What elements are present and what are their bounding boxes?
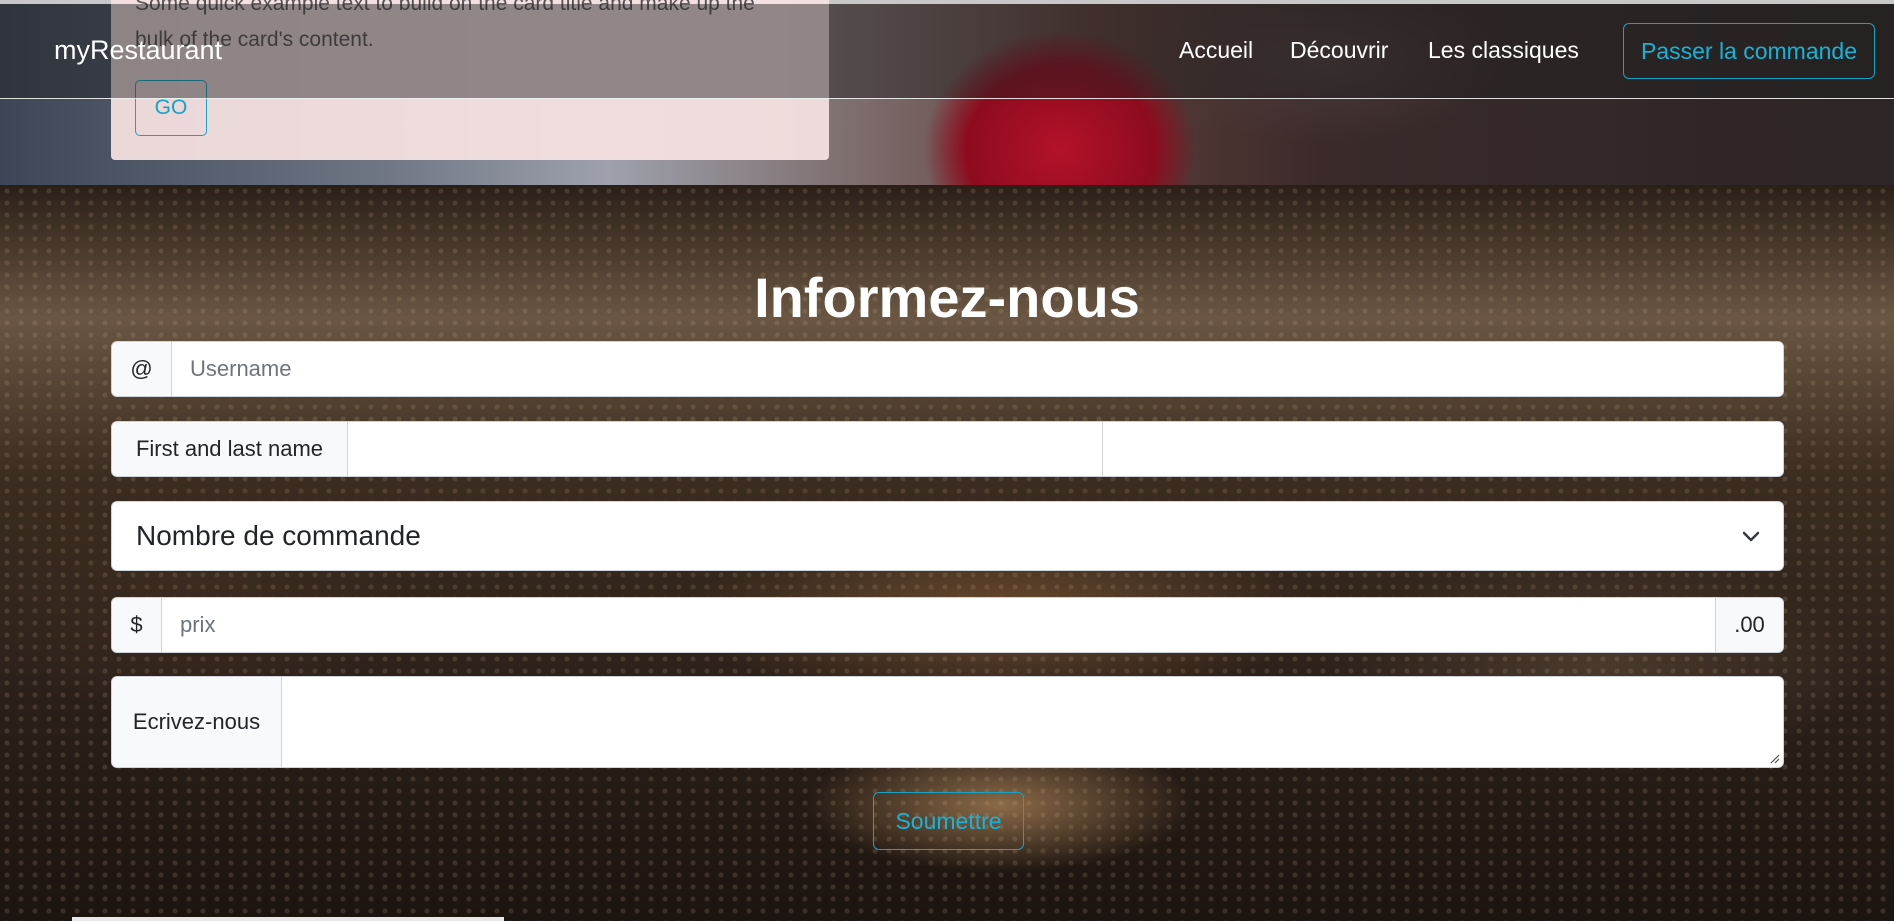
price-input[interactable] [162, 598, 1715, 652]
navbar: myRestaurant Accueil Découvrir Les class… [0, 4, 1894, 99]
name-group: First and last name [111, 421, 1784, 477]
dollar-prefix: $ [112, 598, 162, 652]
form-title: Informez-nous [754, 266, 1140, 329]
message-group: Ecrivez-nous [111, 676, 1784, 768]
nav-link-decouvrir[interactable]: Découvrir [1290, 37, 1388, 64]
order-count-selected: Nombre de commande [136, 520, 421, 551]
last-name-input[interactable] [1103, 422, 1783, 476]
message-textarea[interactable] [282, 677, 1783, 767]
cents-suffix: .00 [1715, 598, 1783, 652]
nav-link-les-classiques[interactable]: Les classiques [1428, 37, 1579, 64]
order-button[interactable]: Passer la commande [1623, 23, 1875, 79]
first-name-input[interactable] [348, 422, 1103, 476]
username-input[interactable] [172, 342, 1783, 396]
submit-button[interactable]: Soumettre [873, 792, 1024, 850]
username-group: @ [111, 341, 1784, 397]
resize-grip-icon[interactable] [1768, 752, 1780, 764]
name-label: First and last name [112, 422, 348, 476]
price-group: $ .00 [111, 597, 1784, 653]
at-prefix: @ [112, 342, 172, 396]
nav-link-accueil[interactable]: Accueil [1179, 37, 1253, 64]
scrollbar-indicator [72, 917, 504, 921]
order-count-select[interactable]: Nombre de commande [111, 501, 1784, 571]
message-label: Ecrivez-nous [112, 677, 282, 767]
chevron-down-icon [1742, 531, 1760, 542]
order-count-select-value[interactable]: Nombre de commande [112, 502, 1783, 570]
brand-logo[interactable]: myRestaurant [54, 35, 222, 66]
